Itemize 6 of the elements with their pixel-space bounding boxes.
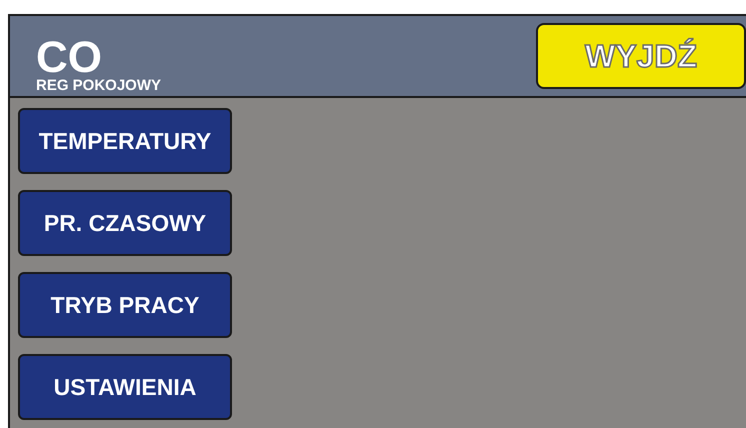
- menu-button[interactable]: PR. CZASOWY: [18, 190, 232, 256]
- menu-button[interactable]: TEMPERATURY: [18, 108, 232, 174]
- title: CO: [36, 38, 102, 78]
- subtitle: REG POKOJOWY: [36, 78, 162, 94]
- menu-button[interactable]: USTAWIENIA: [18, 354, 232, 420]
- menu-button[interactable]: TRYB PRACY: [18, 272, 232, 338]
